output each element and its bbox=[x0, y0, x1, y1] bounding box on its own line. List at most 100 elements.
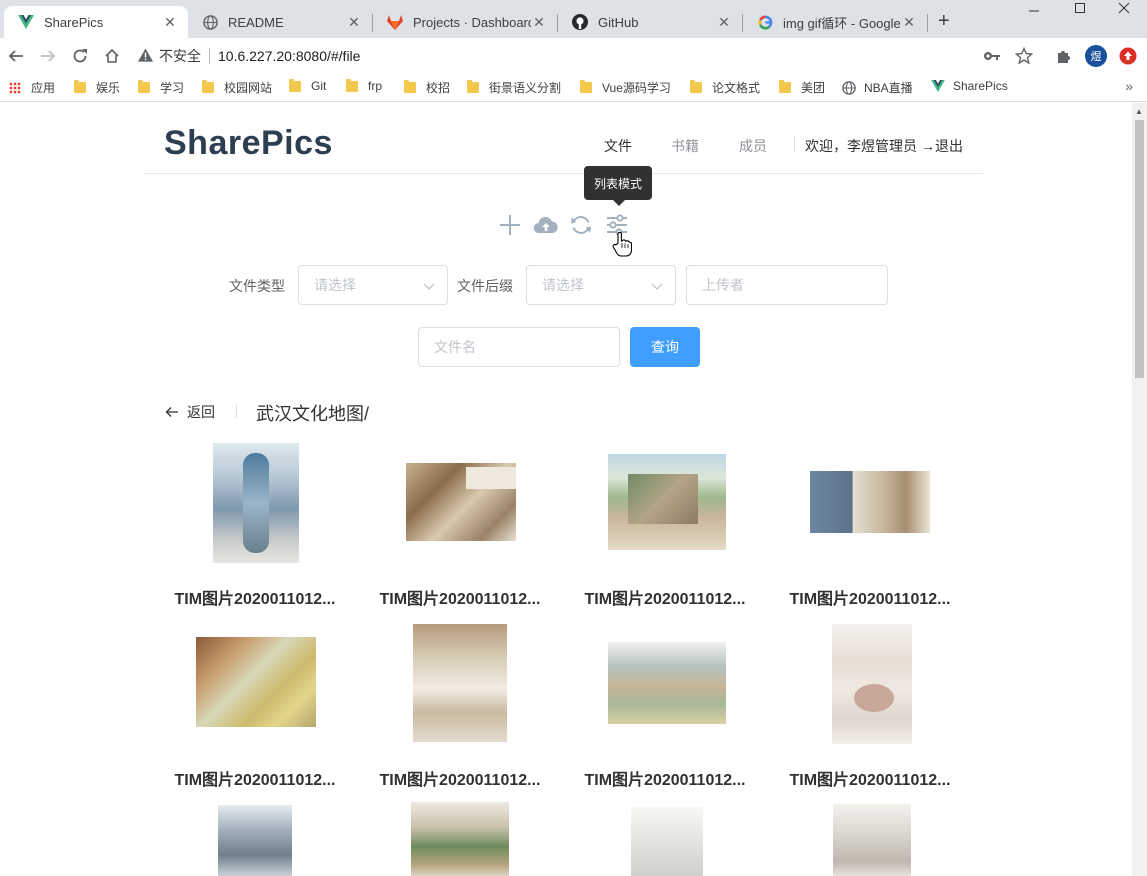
file-name[interactable]: TIM图片2020011012... bbox=[370, 766, 550, 790]
tab-separator bbox=[927, 14, 928, 32]
folder-icon bbox=[346, 78, 358, 92]
close-tab-icon[interactable]: ✕ bbox=[162, 14, 178, 31]
globe-icon bbox=[842, 80, 856, 95]
chevron-down-icon bbox=[651, 279, 663, 295]
browser-tab-sharepics[interactable]: SharePics ✕ bbox=[4, 6, 188, 38]
key-icon[interactable] bbox=[980, 44, 1004, 68]
folder-path: 武汉文化地图/ bbox=[256, 404, 370, 424]
bookmark-folder[interactable]: Vue源码学习 bbox=[580, 79, 671, 96]
insecure-label: 不安全 bbox=[159, 48, 201, 64]
uploader-input[interactable]: 上传者 bbox=[686, 265, 888, 305]
file-name[interactable]: TIM图片2020011012... bbox=[575, 766, 755, 790]
chevron-down-icon bbox=[423, 279, 435, 295]
bookmark-folder[interactable]: 校园网站 bbox=[202, 79, 272, 96]
bookmark-nba[interactable]: NBA直播 bbox=[842, 79, 913, 96]
scrollbar-thumb[interactable] bbox=[1135, 120, 1144, 378]
file-name[interactable]: TIM图片2020011012... bbox=[780, 766, 960, 790]
folder-icon bbox=[467, 80, 479, 93]
map-illustration bbox=[854, 684, 894, 712]
google-icon bbox=[757, 14, 773, 30]
bookmark-folder[interactable]: 校招 bbox=[404, 79, 450, 96]
bookmark-folder[interactable]: 论文格式 bbox=[690, 79, 760, 96]
address-bar[interactable]: 不安全 10.6.227.20:8080/#/file bbox=[138, 42, 968, 70]
folder-icon bbox=[580, 80, 592, 93]
file-thumbnail[interactable] bbox=[413, 624, 507, 742]
page-scrollbar[interactable]: ▲ bbox=[1132, 103, 1147, 876]
file-type-select[interactable]: 请选择 bbox=[298, 265, 448, 305]
breadcrumb-divider bbox=[236, 404, 237, 418]
home-icon[interactable] bbox=[100, 44, 124, 68]
update-alert-icon[interactable] bbox=[1116, 44, 1140, 68]
new-tab-button[interactable]: + bbox=[938, 10, 950, 33]
back-button[interactable]: 返回 bbox=[165, 402, 215, 422]
bookmark-sharepics[interactable]: SharePics bbox=[931, 79, 1008, 93]
scroll-up-arrow-icon[interactable]: ▲ bbox=[1135, 107, 1143, 116]
minimize-window-button[interactable] bbox=[1011, 0, 1057, 22]
welcome-text: 欢迎，李煜管理员 bbox=[805, 138, 917, 154]
app-logo[interactable]: SharePics bbox=[164, 124, 333, 163]
file-thumbnail[interactable] bbox=[411, 802, 509, 876]
file-name[interactable]: TIM图片2020011012... bbox=[370, 585, 550, 609]
bookmarks-bar: 应用 娱乐 学习 校园网站 Git frp 校招 街景语义分割 Vue源码学习 … bbox=[0, 74, 1147, 102]
bookmark-apps[interactable]: 应用 bbox=[9, 79, 55, 96]
warning-icon bbox=[138, 47, 153, 65]
list-mode-tooltip: 列表模式 bbox=[584, 166, 652, 206]
close-tab-icon[interactable]: ✕ bbox=[531, 14, 547, 31]
upload-cloud-icon[interactable] bbox=[533, 212, 559, 238]
close-tab-icon[interactable]: ✕ bbox=[901, 14, 917, 31]
file-name[interactable]: TIM图片2020011012... bbox=[780, 585, 960, 609]
file-name[interactable]: TIM图片2020011012... bbox=[575, 585, 755, 609]
bookmark-folder[interactable]: 街景语义分割 bbox=[467, 79, 561, 96]
file-thumbnail[interactable] bbox=[608, 642, 726, 724]
browser-tab-google[interactable]: img gif循环 - Google ✕ bbox=[743, 6, 927, 38]
nav-files[interactable]: 文件 bbox=[604, 136, 632, 156]
file-thumbnail[interactable] bbox=[218, 805, 292, 876]
profile-avatar[interactable]: 煜 bbox=[1084, 44, 1108, 68]
nav-books[interactable]: 书籍 bbox=[671, 136, 699, 156]
url-text[interactable]: 10.6.227.20:8080/#/file bbox=[218, 48, 360, 64]
reload-icon[interactable] bbox=[68, 44, 92, 68]
plus-icon[interactable] bbox=[497, 212, 523, 238]
logout-link[interactable]: →退出 bbox=[921, 136, 963, 156]
filename-input[interactable]: 文件名 bbox=[418, 327, 620, 367]
file-thumbnail[interactable] bbox=[608, 454, 726, 550]
bookmark-folder[interactable]: 娱乐 bbox=[74, 79, 120, 96]
query-button[interactable]: 查询 bbox=[630, 327, 700, 367]
refresh-icon[interactable] bbox=[568, 212, 594, 238]
browser-tab-readme[interactable]: README ✕ bbox=[188, 6, 372, 38]
bookmark-folder[interactable]: Git bbox=[289, 78, 326, 93]
file-thumbnail[interactable] bbox=[833, 804, 911, 876]
close-window-button[interactable] bbox=[1101, 0, 1147, 22]
bookmark-folder[interactable]: 美团 bbox=[779, 79, 825, 96]
file-name[interactable]: TIM图片2020011012... bbox=[165, 585, 345, 609]
close-tab-icon[interactable]: ✕ bbox=[346, 14, 362, 31]
bookmark-folder[interactable]: 学习 bbox=[138, 79, 184, 96]
close-tab-icon[interactable]: ✕ bbox=[716, 14, 732, 31]
file-suffix-select[interactable]: 请选择 bbox=[526, 265, 676, 305]
nav-members[interactable]: 成员 bbox=[739, 136, 767, 156]
forward-arrow-icon[interactable] bbox=[36, 44, 60, 68]
globe-icon bbox=[202, 14, 218, 30]
file-thumbnail[interactable] bbox=[832, 624, 912, 744]
file-thumbnail[interactable] bbox=[196, 637, 316, 727]
folder-icon bbox=[690, 80, 702, 93]
bookmark-folder[interactable]: frp bbox=[346, 78, 382, 93]
browser-toolbar: 不安全 10.6.227.20:8080/#/file 煜 bbox=[0, 38, 1147, 74]
file-thumbnail[interactable] bbox=[810, 471, 930, 533]
extensions-puzzle-icon[interactable] bbox=[1052, 44, 1076, 68]
file-thumbnail[interactable] bbox=[631, 807, 703, 876]
folder-icon bbox=[779, 80, 791, 93]
file-suffix-label: 文件后缀 bbox=[457, 278, 513, 294]
file-thumbnail[interactable] bbox=[406, 463, 516, 541]
browser-tab-projects[interactable]: Projects · Dashboard ✕ bbox=[373, 6, 557, 38]
file-name[interactable]: TIM图片2020011012... bbox=[165, 766, 345, 790]
hand-cursor-icon bbox=[612, 231, 633, 262]
file-thumbnail[interactable] bbox=[213, 443, 299, 563]
browser-tab-github[interactable]: GitHub ✕ bbox=[558, 6, 742, 38]
more-bookmarks-button[interactable]: » bbox=[1125, 78, 1133, 94]
vue-icon bbox=[18, 14, 34, 30]
map-illustration bbox=[243, 453, 269, 553]
back-arrow-icon[interactable] bbox=[4, 44, 28, 68]
maximize-window-button[interactable] bbox=[1057, 0, 1103, 22]
bookmark-star-icon[interactable] bbox=[1012, 44, 1036, 68]
